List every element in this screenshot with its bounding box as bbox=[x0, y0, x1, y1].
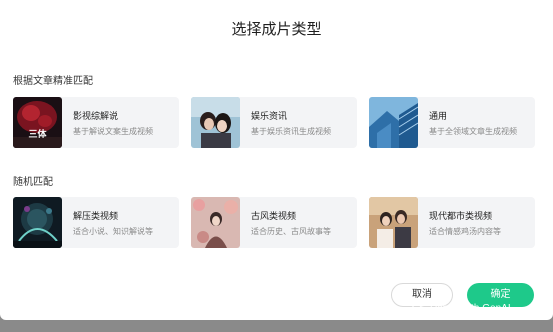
thumbnail-logo-text: 三体 bbox=[28, 128, 47, 140]
ancient-style-video-thumbnail bbox=[191, 197, 240, 248]
card-description: 适合小说、知识解说等 bbox=[73, 227, 153, 236]
card-relaxing-video[interactable]: 解压类视频 适合小说、知识解说等 bbox=[13, 197, 179, 248]
card-general[interactable]: 通用 基于全领域文章生成视频 bbox=[369, 97, 535, 148]
general-thumbnail bbox=[369, 97, 418, 148]
watermark: Dance with GenAI bbox=[412, 303, 511, 314]
card-title: 影视综解说 bbox=[73, 112, 119, 122]
modern-urban-video-thumbnail bbox=[369, 197, 418, 248]
card-description: 基于解说文案生成视频 bbox=[73, 127, 153, 136]
card-title: 解压类视频 bbox=[73, 212, 119, 222]
card-ancient-style-video[interactable]: 古风类视频 适合历史、古风故事等 bbox=[191, 197, 357, 248]
entertainment-news-thumbnail bbox=[191, 97, 240, 148]
card-film-commentary[interactable]: 三体 影视综解说 基于解说文案生成视频 bbox=[13, 97, 179, 148]
card-title: 现代都市类视频 bbox=[429, 212, 493, 222]
dialog-title: 选择成片类型 bbox=[231, 20, 322, 38]
wechat-icon bbox=[412, 303, 426, 314]
relaxing-video-thumbnail bbox=[13, 197, 62, 248]
card-entertainment-news[interactable]: 娱乐资讯 基于娱乐资讯生成视频 bbox=[191, 97, 357, 148]
card-description: 基于娱乐资讯生成视频 bbox=[251, 127, 331, 136]
card-modern-urban-video[interactable]: 现代都市类视频 适合情感鸡汤内容等 bbox=[369, 197, 535, 248]
card-title: 娱乐资讯 bbox=[251, 112, 288, 122]
card-title: 古风类视频 bbox=[251, 212, 297, 222]
watermark-text: Dance with GenAI bbox=[430, 303, 511, 314]
select-video-type-dialog: 选择成片类型 根据文章精准匹配 三体 影视综解说 基于解说文案生成视频 娱乐资讯… bbox=[0, 0, 553, 320]
card-title: 通用 bbox=[429, 112, 448, 122]
card-description: 适合历史、古风故事等 bbox=[251, 227, 331, 236]
section-title-random: 随机匹配 bbox=[13, 177, 53, 188]
section-title-matched: 根据文章精准匹配 bbox=[13, 76, 93, 87]
film-commentary-thumbnail: 三体 bbox=[13, 97, 62, 148]
card-description: 适合情感鸡汤内容等 bbox=[429, 227, 501, 236]
card-description: 基于全领域文章生成视频 bbox=[429, 127, 517, 136]
